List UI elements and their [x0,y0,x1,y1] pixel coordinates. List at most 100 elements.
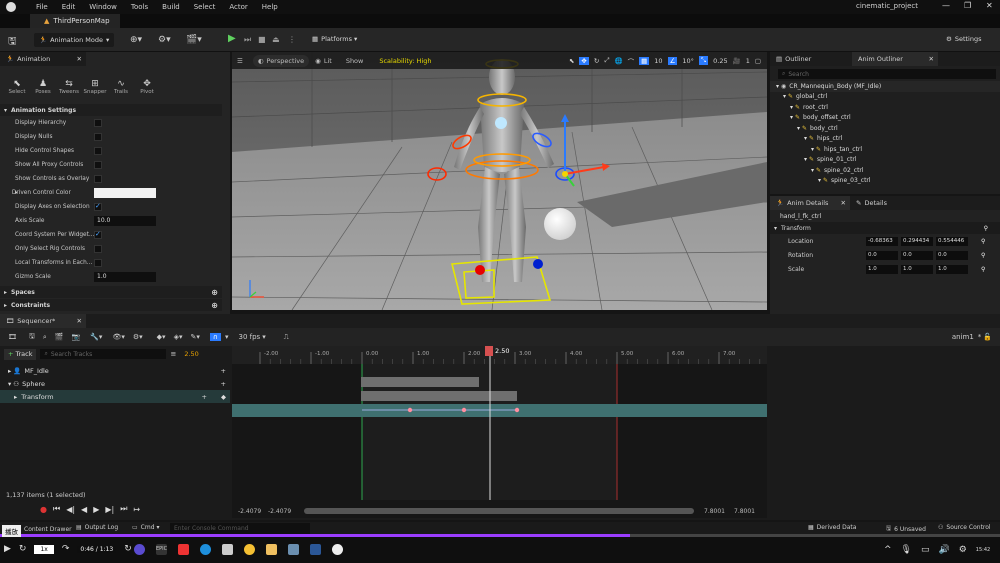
add-icon[interactable]: + [221,380,226,388]
render-icon[interactable]: 🎬 [55,333,64,341]
app-icon[interactable] [178,544,189,555]
maximize-viewport-icon[interactable]: ▢ [755,57,761,65]
tree-expand-icon[interactable]: ▾ [818,177,821,184]
brush-icon[interactable]: ✎▾ [190,333,199,341]
transform-x-field[interactable]: -0.68363 [866,236,898,246]
menu-tools[interactable]: Tools [131,3,148,11]
close-icon[interactable]: ✕ [986,1,993,10]
sphere-section[interactable] [361,391,517,401]
reset-icon[interactable]: ⚲ [981,266,985,273]
film-icon[interactable]: 🎞 [8,333,17,341]
unsaved-button[interactable]: 🖫 6 Unsaved [886,524,926,534]
chrome-icon[interactable] [244,544,255,555]
fps-selector[interactable]: 30 fps [239,333,261,341]
tool-tweens[interactable]: ⇆ Tweens [56,79,82,95]
scalability-button[interactable]: Scalability: High [379,57,431,65]
tree-expand-icon[interactable]: ▾ [811,146,814,153]
source-control-button[interactable]: ⚇ Source Control [938,524,991,531]
transform-z-field[interactable]: 0.0 [936,250,968,260]
jump-end-icon[interactable]: ⏭ [120,504,127,514]
view-range-start[interactable]: -2.4079 [238,508,268,515]
store-icon[interactable] [222,544,233,555]
up-arrow-icon[interactable]: ^ [884,545,892,555]
setting-value-field[interactable]: 10.0 [94,216,156,226]
reset-icon[interactable]: ⚲ [981,238,985,245]
mf-idle-section[interactable] [361,377,479,387]
menu-file[interactable]: File [36,3,48,11]
add-space-icon[interactable]: ⊕ [211,288,218,297]
menu-edit[interactable]: Edit [62,3,76,11]
loop-icon[interactable]: ↦ [133,505,140,514]
add-icon[interactable]: + [221,367,226,375]
track-row[interactable]: ▾ ⚇ Sphere + [0,377,230,390]
content-drawer-button[interactable]: Content Drawer [24,524,72,534]
animation-settings-header[interactable]: ▾ Animation Settings [0,104,222,116]
jump-start-icon[interactable]: ⏮ [53,504,60,514]
transform-y-field[interactable]: 1.0 [901,264,933,274]
close-tab-icon[interactable]: ✕ [841,199,846,207]
snap-icon[interactable]: ∩ [209,333,221,341]
menu-actor[interactable]: Actor [229,3,247,11]
sequencer-tab[interactable]: 🎞 Sequencer * ✕ [0,314,86,328]
outliner-item[interactable]: ▾ ✎ spine_01_ctrl [770,155,1000,166]
outliner-item[interactable]: ▾ ✎ root_ctrl [770,102,1000,113]
outliner-item[interactable]: ▾ ✎ hips_ctrl [770,134,1000,145]
show-button[interactable]: Show [346,57,364,65]
select-mode-icon[interactable]: ⬉ [569,57,574,65]
range-scrollbar[interactable] [304,508,694,514]
keyframe[interactable] [407,407,413,413]
outliner-item[interactable]: ▾ ✎ hips_tan_ctrl [770,144,1000,155]
lock-icon[interactable]: 🔓 [983,333,992,341]
angle-snap[interactable]: 10° [682,57,694,65]
edge-icon[interactable] [200,544,211,555]
save-icon[interactable]: 🖫 [8,34,17,51]
transform-x-field[interactable]: 0.0 [866,250,898,260]
output-log-button[interactable]: ▤ Output Log [76,524,118,531]
play-button[interactable]: ▶ [228,33,236,44]
setting-value-field[interactable]: 1.0 [94,272,156,282]
skip-icon[interactable]: ↻ [124,544,132,554]
lit-button[interactable]: ◉ Lit [315,57,332,65]
app-icon[interactable] [134,544,145,555]
perspective-button[interactable]: ◐ Perspective [252,54,310,67]
close-tab-icon[interactable]: ✕ [929,55,934,63]
volume-icon[interactable]: 🔊 [939,545,950,555]
derived-data-button[interactable]: ▦ Derived Data [808,524,856,531]
menu-select[interactable]: Select [194,3,216,11]
tree-expand-icon[interactable]: ▾ [797,125,800,132]
setting-checkbox[interactable] [94,133,102,141]
add-key-icon[interactable]: + [202,393,207,401]
track-search[interactable]: ⌕ Search Tracks [40,349,167,359]
outliner-item[interactable]: ▾ ◉ CR_Mannequin_Body (MF_Idle) [770,81,1000,92]
stop-icon[interactable]: ■ [258,35,266,44]
sphere[interactable] [544,208,576,240]
setting-checkbox[interactable] [94,230,102,239]
timeline-canvas[interactable] [232,346,767,518]
file-explorer-icon[interactable] [266,544,277,555]
app-icon[interactable] [288,544,299,555]
cmd-dropdown[interactable]: ▭ Cmd ▾ [132,524,160,531]
step-forward-icon[interactable]: ▶| [105,505,114,514]
outliner-item[interactable]: ▾ ✎ body_offset_ctrl [770,113,1000,124]
playback-options-icon[interactable]: ⚙▾ [133,333,143,341]
camera-speed[interactable]: 1 [746,57,750,65]
tree-expand-icon[interactable]: ▾ [790,114,793,121]
snap-dropdown-icon[interactable]: ▾ [225,333,229,341]
add-actor-icon[interactable]: ⊕▾ [130,35,142,45]
settings-icon[interactable]: ⚙ [959,545,967,555]
record-icon[interactable]: ● [40,505,47,514]
scale-snap-icon[interactable]: ⤡ [698,56,709,65]
rotate-icon[interactable]: ↻ [594,57,599,65]
step-icon[interactable]: ⏭ [244,35,251,45]
tool-trails[interactable]: ∿ Trails [108,79,134,95]
menu-build[interactable]: Build [162,3,180,11]
more-icon[interactable]: ⋮ [288,35,296,44]
tree-expand-icon[interactable]: ▾ [811,167,814,174]
rotation-snap-icon[interactable]: ∠ [667,56,678,65]
tools-icon[interactable]: 🔧▾ [90,333,102,341]
console-input[interactable]: Enter Console Command [170,523,310,534]
add-constraint-icon[interactable]: ⊕ [211,301,218,310]
menu-window[interactable]: Window [89,3,117,11]
tree-expand-icon[interactable]: ▾ [783,93,786,100]
tool-poses[interactable]: ♟ Poses [30,79,56,95]
